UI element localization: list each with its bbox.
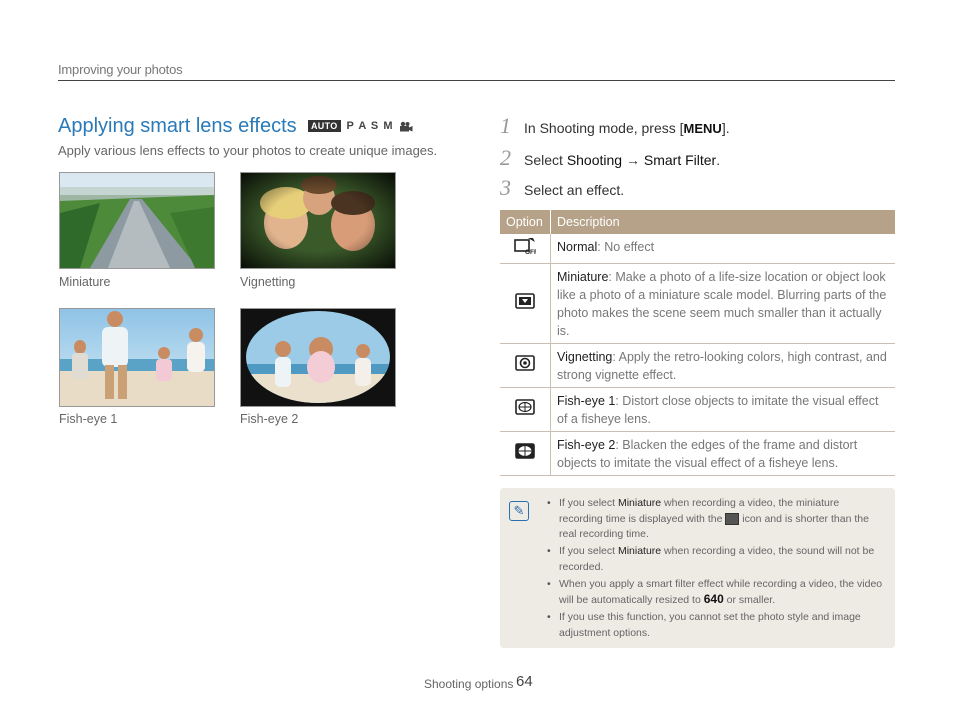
auto-mode-badge: AUTO: [308, 120, 341, 132]
miniature-icon: [515, 292, 535, 309]
caption-miniature: Miniature: [59, 275, 111, 289]
list-item: If you select Miniature when recording a…: [545, 496, 885, 543]
caption-vignetting: Vignetting: [240, 275, 296, 289]
list-item: If you use this function, you cannot set…: [545, 610, 885, 641]
step-number: 1: [500, 113, 511, 138]
menu-key: MENU: [683, 121, 722, 136]
photo-fisheye2: [240, 308, 396, 407]
table-row: Vignetting: Apply the retro-looking colo…: [500, 343, 895, 388]
table-row: OFF Normal: No effect: [500, 234, 895, 264]
photo-vignetting: [240, 172, 396, 269]
movie-camera-icon: [400, 121, 413, 131]
section-header: Improving your photos: [58, 62, 183, 77]
caption-fisheye2: Fish-eye 2: [240, 412, 299, 426]
list-item: When you apply a smart filter effect whi…: [545, 577, 885, 609]
step-number: 3: [500, 175, 511, 200]
svg-text:OFF: OFF: [525, 249, 536, 255]
fisheye1-icon: [515, 398, 535, 415]
list-item: If you select Miniature when recording a…: [545, 544, 885, 575]
mode-letters: P A S M: [346, 120, 394, 132]
step-1: 1 In Shooting mode, press [MENU].: [500, 113, 730, 138]
options-table: Option Description OFF Normal: No effect: [500, 210, 895, 476]
step-3: 3 Select an effect.: [500, 175, 625, 200]
step-2: 2 Select Shooting → Smart Filter.: [500, 145, 721, 170]
table-row: Fish-eye 2: Blacken the edges of the fra…: [500, 431, 895, 476]
menu-shooting: Shooting: [566, 152, 623, 168]
step-number: 2: [500, 145, 511, 170]
note-pencil-icon: ✎: [509, 501, 529, 521]
header-divider: [58, 80, 895, 81]
table-row: Miniature: Make a photo of a life-size l…: [500, 263, 895, 344]
note-list: If you select Miniature when recording a…: [545, 496, 885, 642]
shooting-modes: AUTO P A S M: [308, 120, 413, 132]
vignetting-icon: [515, 354, 535, 371]
table-row: Fish-eye 1: Distort close objects to imi…: [500, 387, 895, 432]
page-number: 64: [516, 673, 533, 690]
resolution-640-icon: 640: [703, 592, 724, 607]
page-subtitle: Apply various lens effects to your photo…: [58, 143, 438, 158]
miniature-icon: [725, 512, 740, 525]
header-option: Option: [500, 210, 551, 234]
fisheye2-icon: [515, 442, 535, 459]
photo-fisheye1: [59, 308, 215, 407]
page-title: Applying smart lens effects: [58, 115, 297, 137]
normal-off-icon: OFF: [514, 237, 538, 256]
footer-section-label: Shooting options: [424, 677, 514, 691]
caption-fisheye1: Fish-eye 1: [59, 412, 118, 426]
header-description: Description: [550, 210, 895, 234]
menu-smart-filter: Smart Filter: [643, 152, 717, 168]
photo-miniature: [59, 172, 215, 269]
